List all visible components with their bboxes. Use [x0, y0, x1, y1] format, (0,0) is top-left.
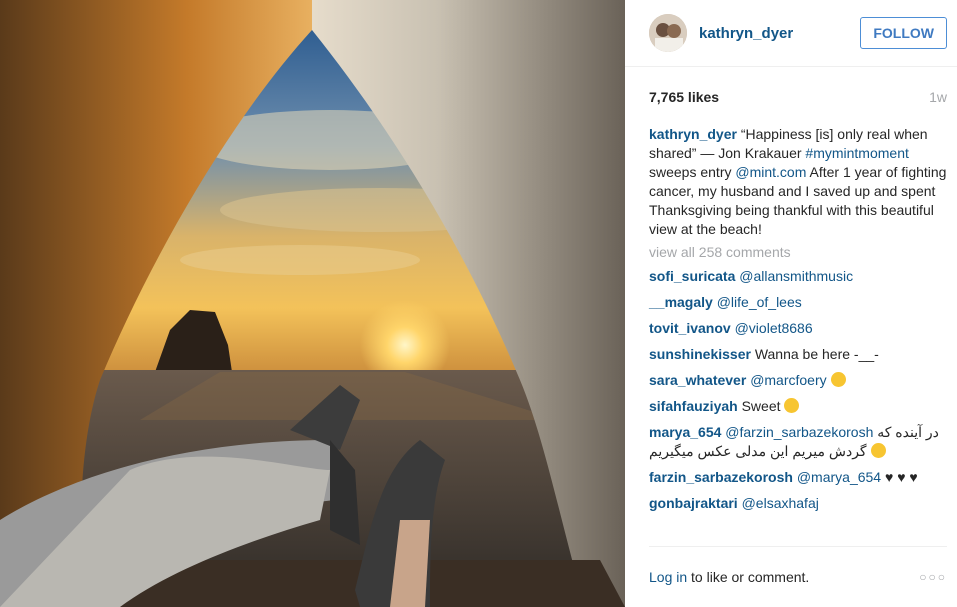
comment-username[interactable]: sifahfauziyah	[649, 398, 738, 414]
caption-hashtag[interactable]: #mymintmoment	[805, 145, 908, 161]
avatar[interactable]	[649, 14, 687, 52]
login-prompt-text: to like or comment.	[687, 569, 810, 585]
comment-mention[interactable]: @farzin_sarbazekorosh	[725, 424, 873, 440]
caption: kathryn_dyer “Happiness [is] only real w…	[625, 105, 957, 239]
heart-eyes-emoji-icon	[784, 398, 800, 413]
comment: __magaly @life_of_lees	[649, 293, 947, 312]
comment: tovit_ivanov @violet8686	[649, 319, 947, 338]
comment-mention[interactable]: @violet8686	[735, 320, 813, 336]
comment: sunshinekisser Wanna be here -__-	[649, 345, 947, 364]
comment-username[interactable]: sunshinekisser	[649, 346, 751, 362]
comment-list: sofi_suricata @allansmithmusic __magaly …	[625, 262, 957, 513]
view-all-comments-link[interactable]: view all 258 comments	[625, 239, 957, 262]
follow-button[interactable]: FOLLOW	[860, 17, 947, 49]
comment-mention[interactable]: @marya_654	[797, 469, 881, 485]
tent-beach-sunset-photo	[0, 0, 625, 607]
username-link[interactable]: kathryn_dyer	[699, 25, 860, 42]
login-prompt: Log in to like or comment.	[649, 569, 809, 585]
comment-mention[interactable]: @allansmithmusic	[739, 268, 853, 284]
comment: farzin_sarbazekorosh @marya_654 ♥ ♥ ♥	[649, 468, 947, 487]
comment: sara_whatever @marcfoery	[649, 371, 947, 390]
comment-mention[interactable]: @life_of_lees	[717, 294, 802, 310]
blush-emoji-icon	[870, 443, 886, 458]
comment: sofi_suricata @allansmithmusic	[649, 267, 947, 286]
smiling-face-emoji-icon	[830, 372, 846, 387]
avatar-image	[649, 14, 687, 52]
comment-username[interactable]: tovit_ivanov	[649, 320, 731, 336]
comment-username[interactable]: __magaly	[649, 294, 713, 310]
caption-username[interactable]: kathryn_dyer	[649, 126, 737, 142]
post-time[interactable]: 1w	[929, 89, 947, 105]
comment-username[interactable]: sofi_suricata	[649, 268, 735, 284]
comment-mention[interactable]: @elsaxhafaj	[742, 495, 819, 511]
caption-text: sweeps entry	[649, 164, 736, 180]
comment-username[interactable]: sara_whatever	[649, 372, 746, 388]
comment: marya_654 @farzin_sarbazekorosh در آینده…	[649, 423, 947, 461]
comment-text: Wanna be here -__-	[754, 346, 879, 362]
comment-text: ♥ ♥ ♥	[885, 469, 918, 485]
comment-username[interactable]: marya_654	[649, 424, 721, 440]
post-sidebar: kathryn_dyer FOLLOW 7,765 likes 1w kathr…	[625, 0, 957, 607]
comment-username[interactable]: farzin_sarbazekorosh	[649, 469, 793, 485]
likes-count[interactable]: 7,765 likes	[649, 89, 719, 105]
comment-text: Sweet	[741, 398, 781, 414]
more-options-icon[interactable]: ○○○	[919, 570, 947, 584]
comment-username[interactable]: gonbajraktari	[649, 495, 738, 511]
post-meta: 7,765 likes 1w	[625, 67, 957, 105]
comment-mention[interactable]: @marcfoery	[750, 372, 826, 388]
login-link[interactable]: Log in	[649, 569, 687, 585]
caption-mention[interactable]: @mint.com	[735, 164, 806, 180]
post-header: kathryn_dyer FOLLOW	[625, 0, 957, 67]
post-footer: Log in to like or comment. ○○○	[649, 546, 947, 607]
comment: sifahfauziyah Sweet	[649, 397, 947, 416]
post-photo[interactable]	[0, 0, 625, 607]
comment: gonbajraktari @elsaxhafaj	[649, 494, 947, 513]
